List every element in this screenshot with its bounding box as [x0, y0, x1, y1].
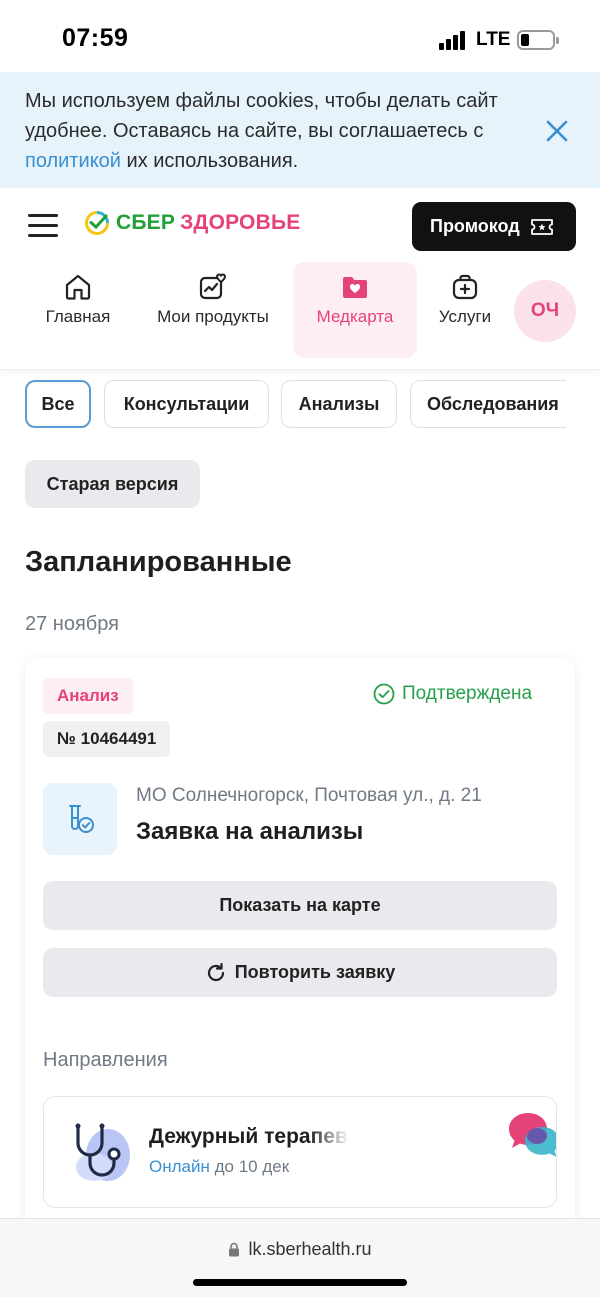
doctor-name: Дежурный терапевт — [149, 1125, 349, 1148]
section-title: Запланированные — [25, 546, 292, 578]
lab-tube-icon — [43, 783, 117, 855]
nav-label-services: Услуги — [438, 307, 492, 326]
cookie-banner: Мы используем файлы cookies, чтобы делат… — [0, 72, 600, 188]
nav-label-my-products: Мои продукты — [157, 307, 269, 326]
status-badge: Подтверждена — [373, 680, 532, 708]
home-indicator[interactable] — [193, 1279, 407, 1286]
cookie-text: Мы используем файлы cookies, чтобы делат… — [25, 86, 525, 176]
direction-card[interactable]: Дежурный терапевт Онлайн до 10 дек — [43, 1096, 557, 1208]
chip-examinations[interactable]: Обследования — [410, 380, 566, 428]
avatar[interactable]: ОЧ — [514, 280, 576, 342]
browser-url-bar: lk.sberhealth.ru — [0, 1218, 600, 1297]
nav-item-my-products[interactable]: Мои продукты — [150, 262, 276, 358]
status-time: 07:59 — [62, 24, 129, 52]
home-icon — [65, 274, 91, 300]
type-tag: Анализ — [43, 678, 133, 714]
logo-sber-text: СБЕР — [116, 211, 176, 234]
online-label: Онлайн — [149, 1157, 210, 1176]
status-text: Подтверждена — [402, 683, 533, 704]
menu-icon[interactable] — [28, 214, 58, 238]
date-label: 27 ноября — [25, 613, 119, 635]
status-bar: 07:59 LTE — [0, 0, 600, 72]
nav-label-home: Главная — [45, 307, 111, 326]
nav-item-home[interactable]: Главная — [30, 262, 126, 358]
url-field[interactable]: lk.sberhealth.ru — [0, 1239, 600, 1260]
site-header: СБЕР ЗДОРОВЬЕ Промокод — [0, 188, 600, 260]
promo-code-button[interactable]: Промокод — [412, 202, 576, 251]
lock-icon — [229, 1242, 240, 1257]
main-nav: Главная Мои продукты Медкарта Услуги ОЧ — [0, 260, 600, 370]
medical-bag-icon — [452, 274, 478, 300]
repeat-request-label: Повторить заявку — [234, 962, 396, 982]
directions-label: Направления — [43, 1049, 168, 1071]
logo[interactable]: СБЕР ЗДОРОВЬЕ — [84, 208, 300, 238]
stethoscope-icon — [75, 1123, 130, 1181]
repeat-request-button[interactable]: Повторить заявку — [43, 948, 557, 997]
promo-code-label: Промокод — [430, 216, 520, 236]
cookie-text-end: их использования. — [120, 150, 299, 172]
chip-analyses[interactable]: Анализы — [281, 380, 397, 428]
chat-bubbles-icon — [509, 1113, 556, 1157]
refresh-icon — [207, 962, 224, 981]
filter-chips: Все Консультации Анализы Обследования — [0, 380, 566, 430]
request-title: Заявка на анализы — [136, 818, 364, 845]
battery-icon — [517, 30, 559, 50]
clinic-address: МО Солнечногорск, Почтовая ул., д. 21 — [136, 785, 482, 806]
check-circle-icon — [373, 683, 395, 705]
close-icon[interactable] — [542, 116, 572, 146]
order-number: № 10464491 — [43, 721, 171, 757]
chip-all[interactable]: Все — [25, 380, 91, 428]
url-text: lk.sberhealth.ru — [248, 1239, 372, 1259]
nav-item-services[interactable]: Услуги — [427, 262, 503, 358]
cookie-policy-link[interactable]: политикой — [25, 150, 121, 172]
network-type: LTE — [476, 29, 511, 50]
valid-until: до 10 дек — [214, 1157, 290, 1176]
old-version-button[interactable]: Старая версия — [25, 460, 200, 508]
nav-item-medcard[interactable]: Медкарта — [293, 262, 417, 358]
ticket-icon — [530, 218, 553, 235]
medical-folder-icon — [343, 277, 367, 298]
show-on-map-button[interactable]: Показать на карте — [43, 881, 557, 930]
sber-logo-icon — [85, 211, 109, 235]
chip-consultations[interactable]: Консультации — [104, 380, 269, 428]
nav-label-medcard: Медкарта — [316, 307, 394, 326]
direction-subtitle: Онлайн до 10 дек — [149, 1157, 289, 1177]
signal-icon — [439, 30, 467, 50]
logo-health-text: ЗДОРОВЬЕ — [180, 211, 301, 234]
appointment-card[interactable]: Анализ Подтверждена № 10464491 МО Солнеч… — [25, 658, 575, 1278]
cookie-text-start: Мы используем файлы cookies, чтобы делат… — [25, 90, 498, 142]
heart-chart-icon — [199, 273, 227, 300]
